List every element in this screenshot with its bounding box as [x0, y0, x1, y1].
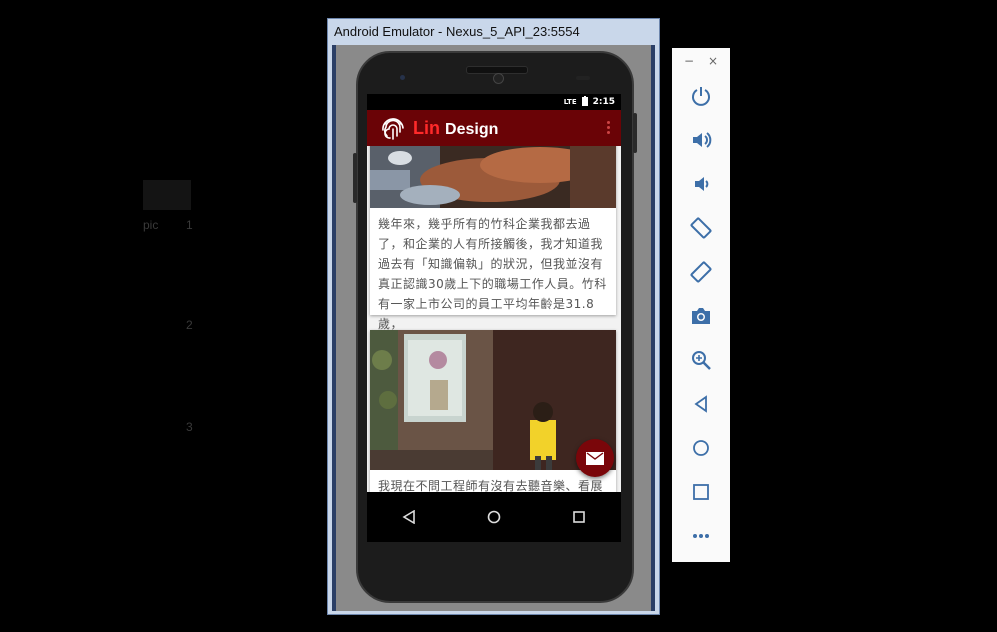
power-button[interactable] — [672, 74, 730, 118]
volume-up-button[interactable] — [672, 118, 730, 162]
mail-icon — [586, 451, 604, 465]
close-button[interactable]: × — [708, 54, 718, 68]
more-button[interactable] — [672, 514, 730, 558]
fingerprint-logo-icon — [382, 118, 404, 140]
volume-up-icon — [693, 132, 712, 148]
volume-down-button[interactable] — [672, 162, 730, 206]
more-icon — [693, 534, 709, 538]
screenshot-button[interactable] — [672, 294, 730, 338]
back-icon — [694, 395, 707, 413]
zoom-icon — [692, 351, 711, 370]
article-card[interactable]: 幾年來，幾乎所有的竹科企業我都去過了，和企業的人有所接觸後，我才知道我過去有「知… — [370, 146, 616, 331]
nav-home-button[interactable] — [474, 497, 514, 537]
emulator-toolbar: − × — [672, 48, 730, 562]
recents-icon — [572, 511, 585, 523]
rotate-left-icon — [690, 217, 712, 239]
phone-camera — [493, 73, 504, 84]
phone-frame: LTE 2:15 Lin Design 幾年來，幾乎所有的竹科企業我都去過了，和… — [353, 51, 637, 603]
rotate-right-icon — [690, 261, 712, 283]
overview-button[interactable] — [672, 470, 730, 514]
back-icon — [402, 510, 416, 524]
minimize-button[interactable]: − — [684, 54, 694, 68]
phone-sensor-right — [576, 76, 590, 80]
background-label-2: 2 — [186, 318, 193, 332]
phone-screen[interactable]: LTE 2:15 Lin Design 幾年來，幾乎所有的竹科企業我都去過了，和… — [367, 94, 621, 542]
nav-back-button[interactable] — [389, 497, 429, 537]
background-label-pic: pic — [143, 218, 159, 232]
app-title-lin: Lin — [413, 117, 440, 138]
emulator-body: LTE 2:15 Lin Design 幾年來，幾乎所有的竹科企業我都去過了，和… — [332, 45, 655, 611]
card-text: 我現在不問工程師有沒有去聽音樂、看展 — [378, 479, 604, 492]
background-thumb — [143, 180, 191, 210]
card-text: 幾年來，幾乎所有的竹科企業我都去過了，和企業的人有所接觸後，我才知道我過去有「知… — [378, 217, 607, 331]
overview-icon — [693, 484, 709, 500]
mail-fab-button[interactable] — [576, 439, 614, 477]
app-title: Lin Design — [413, 118, 498, 139]
home-button[interactable] — [672, 426, 730, 470]
emulator-window: Android Emulator - Nexus_5_API_23:5554 L… — [327, 18, 660, 615]
overflow-menu-icon[interactable] — [605, 119, 611, 137]
status-bar: LTE 2:15 — [367, 94, 621, 110]
navigation-bar — [367, 492, 621, 542]
lte-icon: LTE — [563, 98, 577, 106]
card-list[interactable]: 幾年來，幾乎所有的竹科企業我都去過了，和企業的人有所接觸後，我才知道我過去有「知… — [367, 146, 621, 492]
phone-side-button-left — [353, 153, 357, 203]
nav-recents-button[interactable] — [559, 497, 599, 537]
toolbar-window-controls: − × — [672, 48, 730, 74]
camera-icon — [692, 308, 710, 324]
status-time: 2:15 — [592, 97, 615, 107]
background-label-1: 1 — [186, 218, 193, 232]
battery-icon — [581, 95, 588, 109]
rotate-left-button[interactable] — [672, 206, 730, 250]
card-image-hands — [370, 146, 616, 208]
app-bar: Lin Design — [367, 110, 621, 146]
back-button[interactable] — [672, 382, 730, 426]
phone-sensor — [400, 75, 405, 80]
home-icon — [693, 440, 709, 456]
app-title-design: Design — [445, 120, 499, 138]
zoom-button[interactable] — [672, 338, 730, 382]
phone-side-button-right — [633, 113, 637, 153]
emulator-title: Android Emulator - Nexus_5_API_23:5554 — [334, 24, 580, 39]
rotate-right-button[interactable] — [672, 250, 730, 294]
volume-down-icon — [695, 177, 709, 191]
background-label-3: 3 — [186, 420, 193, 434]
power-icon — [692, 87, 710, 106]
home-icon — [487, 510, 501, 524]
